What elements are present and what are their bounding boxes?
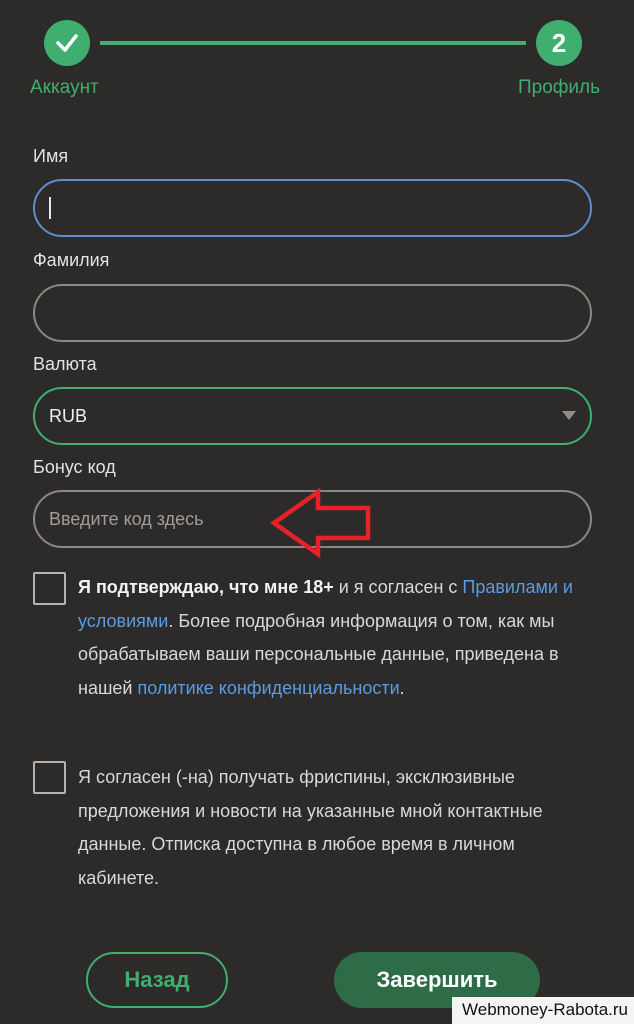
- watermark: Webmoney-Rabota.ru: [452, 997, 634, 1024]
- checkmark-icon: [56, 34, 78, 52]
- first-name-label: Имя: [33, 146, 69, 166]
- first-name-field[interactable]: [33, 179, 592, 237]
- bonus-code-label: Бонус код: [33, 457, 116, 477]
- marketing-consent-checkbox[interactable]: [33, 761, 66, 794]
- currency-select[interactable]: RUB: [33, 387, 592, 445]
- text-caret: [49, 197, 51, 219]
- marketing-consent-text: Я согласен (-на) получать фриспины, экск…: [78, 767, 543, 888]
- red-arrow-annotation-icon: [270, 488, 371, 558]
- age-consent-checkbox[interactable]: [33, 572, 66, 605]
- currency-label: Валюта: [33, 354, 97, 374]
- registration-profile-step: 2 Аккаунт Профиль Имя Фамилия Валюта RUB…: [0, 0, 634, 1024]
- age-consent-text-part: и я согласен с: [333, 577, 463, 597]
- currency-selected-value: RUB: [49, 405, 88, 426]
- back-button[interactable]: Назад: [86, 952, 228, 1008]
- step-profile-number: 2: [536, 20, 582, 66]
- bonus-code-placeholder: Введите код здесь: [49, 508, 204, 529]
- dropdown-arrow-icon: [562, 411, 576, 420]
- last-name-field[interactable]: [33, 284, 592, 342]
- age-consent-text-part: .: [399, 677, 405, 698]
- last-name-label: Фамилия: [33, 250, 110, 270]
- age-consent-bold: Я подтверждаю, что мне 18+: [78, 577, 334, 597]
- privacy-policy-link[interactable]: политике конфиденциальности: [137, 678, 399, 698]
- step-account-label: Аккаунт: [30, 77, 99, 98]
- step-account-complete: [44, 20, 90, 66]
- stepper-progress-line: [100, 41, 526, 45]
- age-consent-text: Я подтверждаю, что мне 18+ и я согласен …: [78, 571, 598, 705]
- step-profile-label: Профиль: [517, 77, 600, 98]
